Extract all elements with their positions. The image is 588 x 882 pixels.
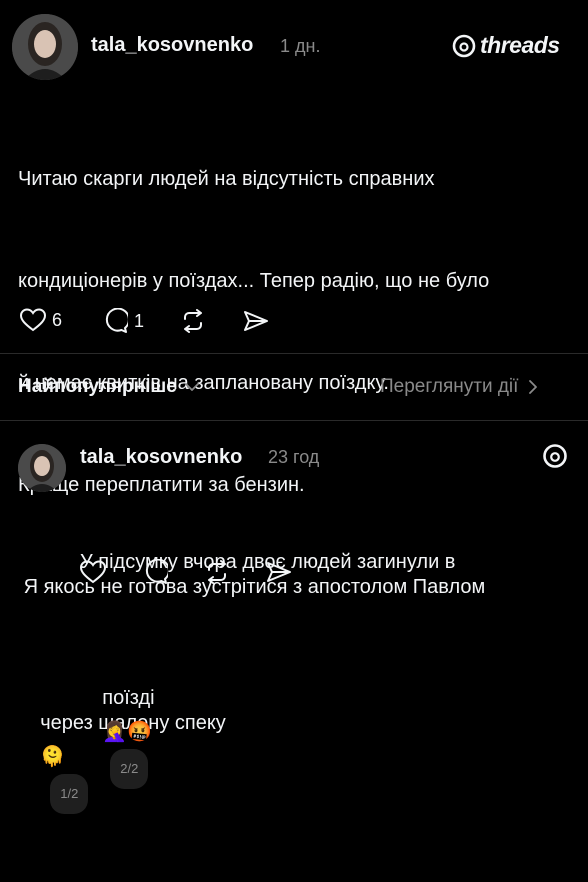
reply-body: У підсумку вчора двоє людей загинули в п…	[80, 477, 580, 857]
reply-time: 23 год	[268, 447, 320, 467]
avatar-photo	[18, 444, 66, 492]
heart-icon	[80, 560, 106, 584]
threads-wordmark: threads	[480, 32, 560, 58]
send-icon	[267, 562, 291, 582]
like-button[interactable]	[80, 560, 106, 584]
comment-icon	[145, 559, 168, 584]
send-icon	[244, 311, 268, 331]
like-count: 6	[52, 309, 63, 330]
share-button[interactable]	[243, 309, 269, 333]
avatar-photo	[12, 14, 78, 80]
post-line: поїзді	[102, 687, 155, 709]
reply-button[interactable]: 1	[102, 308, 144, 334]
threads-icon	[452, 34, 476, 57]
page-indicator-badge: 2/2	[110, 749, 149, 789]
threads-logo: threads	[452, 32, 560, 59]
post-line-last: поїзді 🤦‍♀️🤬 2/2	[80, 647, 580, 823]
sort-label: Найпопулярніше	[18, 376, 177, 397]
reply-count: 1	[134, 310, 145, 331]
comment-icon	[105, 308, 128, 333]
divider	[0, 420, 588, 421]
sort-dropdown[interactable]: Найпопулярніше	[18, 376, 199, 398]
chevron-down-icon	[184, 383, 199, 391]
avatar[interactable]	[18, 444, 66, 492]
post-time: 1 дн.	[280, 36, 321, 56]
repost-button[interactable]	[180, 309, 206, 333]
chevron-right-icon	[529, 380, 538, 394]
like-button[interactable]: 6	[20, 308, 62, 332]
reply-username[interactable]: tala_kosovnenko	[80, 446, 242, 469]
avatar[interactable]	[12, 14, 78, 80]
threads-icon[interactable]	[542, 443, 568, 469]
post-line: Читаю скарги людей на відсутність справн…	[18, 168, 435, 190]
post-emoji: 🫠	[40, 746, 66, 768]
post-emoji: 🤦‍♀️🤬	[102, 721, 153, 743]
repost-button[interactable]	[204, 560, 230, 584]
heart-icon	[20, 308, 46, 332]
repost-icon	[184, 309, 202, 333]
share-button[interactable]	[266, 560, 292, 584]
post-line: кондиціонерів у поїздах... Тепер радію, …	[18, 270, 490, 292]
view-activity-link[interactable]: Переглянути дії	[380, 376, 538, 398]
post-username[interactable]: tala_kosovnenko	[91, 34, 253, 57]
view-activity-label: Переглянути дії	[380, 376, 519, 397]
divider	[0, 353, 588, 354]
reply-button[interactable]	[142, 559, 168, 585]
repost-icon	[208, 560, 226, 584]
